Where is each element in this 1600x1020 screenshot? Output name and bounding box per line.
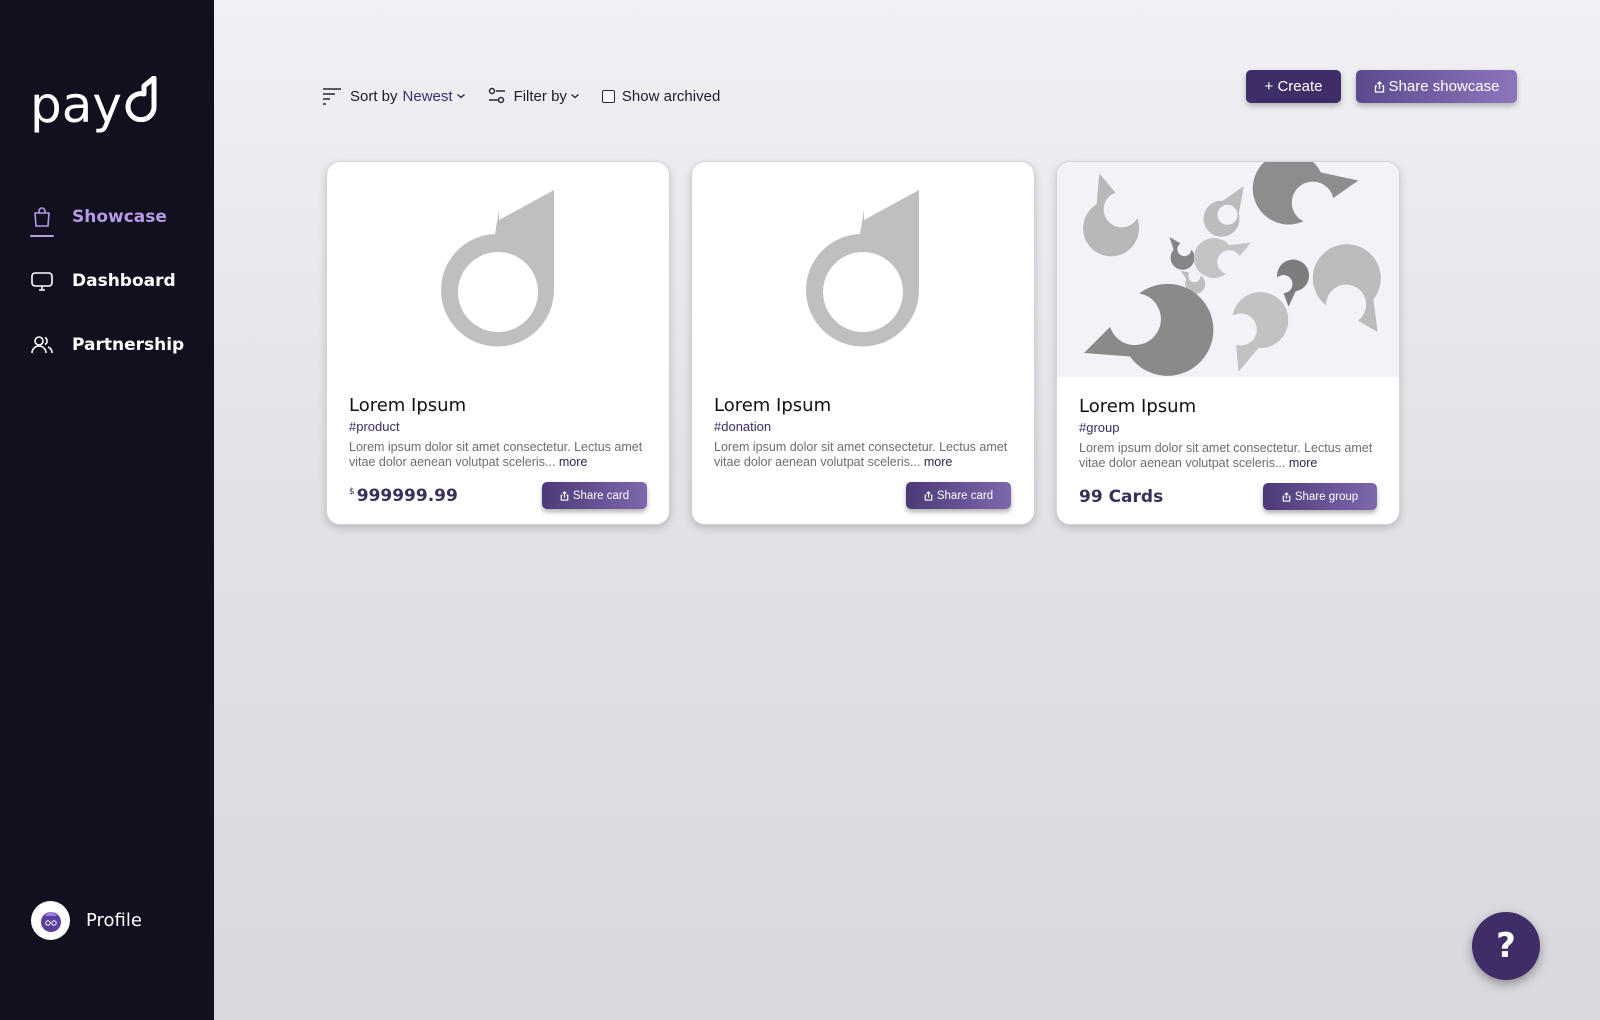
chevron-down-icon: [570, 92, 580, 100]
sort-value: Newest: [402, 87, 453, 105]
help-button[interactable]: ?: [1472, 912, 1540, 980]
more-link[interactable]: more: [924, 455, 952, 469]
card-title: Lorem Ipsum: [714, 395, 832, 416]
placeholder-drop-icon: [441, 189, 554, 346]
card-tag: #donation: [714, 419, 772, 434]
share-icon: [924, 490, 933, 501]
avatar: [31, 901, 70, 940]
card-placeholder-image: [327, 162, 669, 377]
card-placeholder-image: [692, 162, 1034, 377]
share-card-button[interactable]: Share card: [542, 482, 647, 509]
showcase-card[interactable]: Lorem Ipsum #product Lorem ipsum dolor s…: [326, 161, 670, 525]
app-logo[interactable]: pay: [30, 75, 158, 134]
card-count: 99 Cards: [1079, 487, 1164, 507]
sort-label: Sort by: [350, 87, 398, 105]
sidebar-item-partnership[interactable]: Partnership: [30, 333, 184, 357]
share-icon: [1282, 491, 1291, 502]
sort-dropdown[interactable]: Sort by Newest: [322, 87, 466, 105]
card-description: Lorem ipsum dolor sit amet consectetur. …: [714, 440, 1008, 469]
sort-icon: [322, 87, 342, 105]
share-icon: [560, 490, 569, 501]
show-archived-toggle[interactable]: Show archived: [601, 87, 721, 105]
profile-link[interactable]: Profile: [31, 901, 142, 940]
sidebar-item-label: Partnership: [72, 335, 185, 355]
users-icon: [30, 333, 54, 357]
profile-label: Profile: [86, 910, 142, 931]
share-icon: [1374, 80, 1385, 93]
drop-cluster-icon: [1083, 162, 1381, 376]
create-button[interactable]: + Create: [1246, 70, 1341, 103]
share-showcase-button[interactable]: Share showcase: [1356, 70, 1517, 103]
card-title: Lorem Ipsum: [1079, 396, 1197, 417]
card-tag: #product: [349, 419, 400, 434]
more-link[interactable]: more: [1289, 456, 1317, 470]
share-group-button[interactable]: Share group: [1263, 483, 1377, 510]
toolbar: Sort by Newest Filter by Show archived: [322, 82, 742, 110]
logo-text: pay: [30, 76, 122, 134]
logo-drop-icon: [124, 75, 158, 134]
placeholder-drop-icon: [806, 189, 919, 346]
sidebar-item-label: Showcase: [72, 207, 167, 227]
group-collage-image: [1057, 162, 1399, 377]
sidebar: pay Showcase Dashboard Partnership Profi…: [0, 0, 214, 1020]
share-card-button[interactable]: Share card: [906, 482, 1011, 509]
sidebar-item-label: Dashboard: [72, 271, 176, 291]
filter-dropdown[interactable]: Filter by: [488, 87, 580, 105]
chevron-down-icon: [456, 92, 466, 100]
show-archived-checkbox[interactable]: [601, 89, 615, 103]
sidebar-item-showcase[interactable]: Showcase: [30, 205, 167, 237]
share-showcase-label: Share showcase: [1388, 78, 1500, 95]
sidebar-item-dashboard[interactable]: Dashboard: [30, 269, 176, 293]
card-description: Lorem ipsum dolor sit amet consectetur. …: [349, 440, 643, 469]
filter-label: Filter by: [513, 87, 567, 105]
card-title: Lorem Ipsum: [349, 395, 467, 416]
showcase-card[interactable]: Lorem Ipsum #donation Lorem ipsum dolor …: [691, 161, 1035, 525]
monitor-icon: [30, 269, 54, 293]
card-tag: #group: [1079, 420, 1120, 435]
shopping-bag-icon: [30, 205, 54, 237]
show-archived-label: Show archived: [621, 87, 721, 105]
group-card[interactable]: Lorem Ipsum #group Lorem ipsum dolor sit…: [1056, 161, 1400, 525]
more-link[interactable]: more: [559, 455, 587, 469]
filter-sliders-icon: [488, 87, 506, 105]
card-description: Lorem ipsum dolor sit amet consectetur. …: [1079, 441, 1373, 470]
card-price: $ 999999.99: [349, 486, 458, 506]
